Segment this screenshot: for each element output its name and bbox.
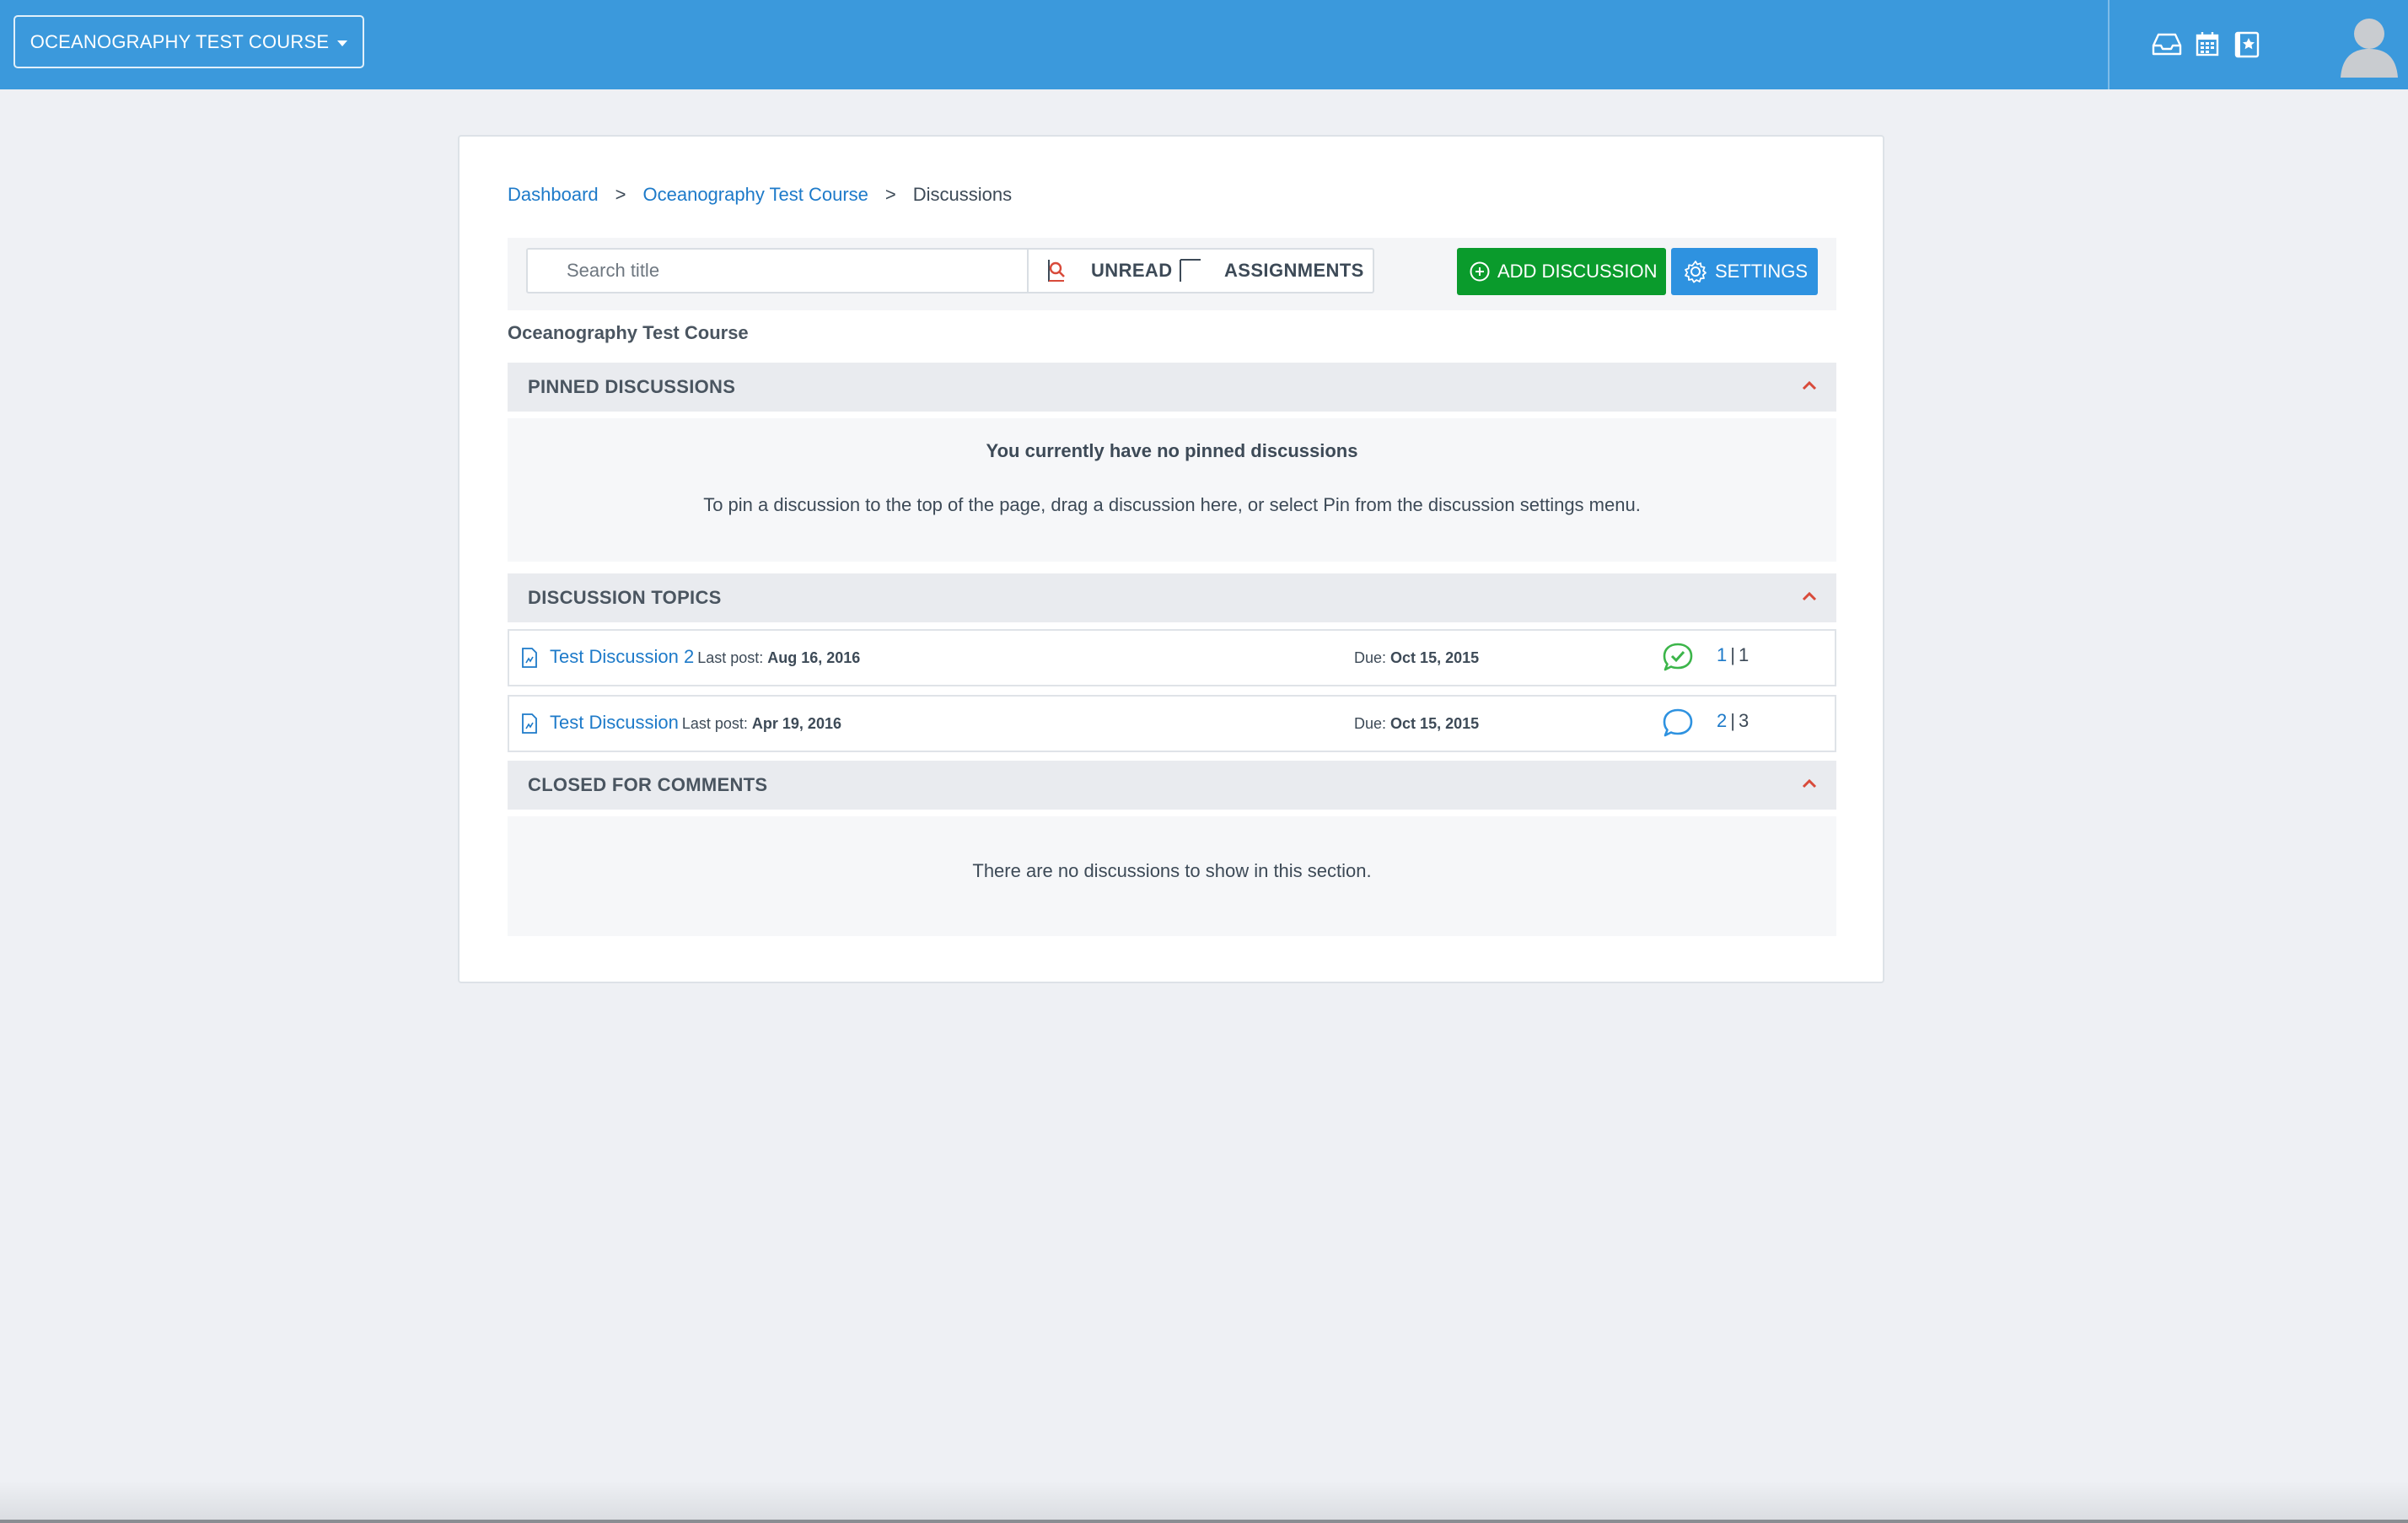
settings-label: SETTINGS bbox=[1715, 261, 1809, 282]
add-discussion-label: ADD DISCUSSION bbox=[1497, 261, 1658, 282]
topbar-divider bbox=[2108, 0, 2110, 89]
course-heading: Oceanography Test Course bbox=[508, 322, 749, 343]
discussion-title-link[interactable]: Test Discussion bbox=[550, 712, 679, 733]
pinned-empty-hint: To pin a discussion to the top of the pa… bbox=[703, 494, 1641, 515]
pinned-section-title: PINNED DISCUSSIONS bbox=[528, 376, 736, 397]
unread-filter-label[interactable]: UNREAD bbox=[1091, 260, 1173, 282]
comment-bubble-icon bbox=[1663, 708, 1693, 737]
breadcrumb: Dashboard > Oceanography Test Course > D… bbox=[508, 184, 1012, 206]
count-separator: | bbox=[1730, 644, 1735, 665]
assignments-checkbox[interactable] bbox=[1179, 258, 1202, 283]
pinned-discussions-header[interactable]: PINNED DISCUSSIONS bbox=[508, 363, 1836, 412]
breadcrumb-separator: > bbox=[615, 184, 626, 205]
breadcrumb-course-link[interactable]: Oceanography Test Course bbox=[643, 184, 868, 206]
due-label: Due: bbox=[1354, 649, 1387, 666]
breadcrumb-dashboard-link[interactable]: Dashboard bbox=[508, 184, 599, 206]
gear-icon bbox=[1685, 261, 1707, 283]
last-post-label: Last post: bbox=[697, 649, 764, 666]
pinned-empty-title: You currently have no pinned discussions bbox=[986, 440, 1358, 461]
closed-for-comments-header[interactable]: CLOSED FOR COMMENTS bbox=[508, 761, 1836, 810]
discussion-topics-header[interactable]: DISCUSSION TOPICS bbox=[508, 573, 1836, 622]
discussions-toolbar: UNREAD ASSIGNMENTS ADD DISCUSSION bbox=[508, 238, 1836, 310]
total-count: 1 bbox=[1738, 644, 1750, 665]
assignments-filter-label[interactable]: ASSIGNMENTS bbox=[1224, 260, 1364, 282]
settings-button[interactable]: SETTINGS bbox=[1671, 248, 1818, 295]
unread-count: 1 bbox=[1717, 644, 1728, 665]
search-title-input[interactable] bbox=[528, 250, 1029, 292]
closed-empty-state: There are no discussions to show in this… bbox=[508, 816, 1836, 936]
window-bottom-shadow bbox=[0, 1481, 2408, 1523]
plus-circle-icon bbox=[1470, 261, 1490, 282]
breadcrumb-current-page: Discussions bbox=[912, 184, 1013, 205]
document-icon bbox=[522, 648, 537, 668]
user-avatar[interactable] bbox=[2337, 12, 2401, 78]
breadcrumb-separator: > bbox=[884, 184, 896, 205]
pinned-empty-state: You currently have no pinned discussions… bbox=[508, 418, 1836, 562]
grades-icon[interactable] bbox=[2233, 30, 2264, 58]
due-label: Due: bbox=[1354, 715, 1387, 732]
discussion-row[interactable]: Test Discussion 2 Last post: Aug 16, 2016… bbox=[508, 629, 1836, 686]
discussions-card: Dashboard > Oceanography Test Course > D… bbox=[458, 135, 1884, 983]
calendar-icon[interactable] bbox=[2195, 30, 2225, 57]
top-navigation-bar: OCEANOGRAPHY TEST COURSE bbox=[0, 0, 2408, 89]
last-post-date: Aug 16, 2016 bbox=[767, 649, 861, 666]
count-separator: | bbox=[1730, 710, 1735, 731]
discussion-title-link[interactable]: Test Discussion 2 bbox=[550, 646, 694, 667]
closed-section-title: CLOSED FOR COMMENTS bbox=[528, 774, 768, 795]
last-post-date: Apr 19, 2016 bbox=[751, 715, 841, 732]
due-date: Oct 15, 2015 bbox=[1390, 649, 1480, 666]
inbox-icon[interactable] bbox=[2151, 30, 2182, 57]
chevron-down-icon bbox=[337, 40, 348, 46]
unread-count: 2 bbox=[1717, 710, 1728, 731]
closed-empty-text: There are no discussions to show in this… bbox=[972, 860, 1372, 881]
discussion-row[interactable]: Test Discussion Last post: Apr 19, 2016 D… bbox=[508, 695, 1836, 752]
window-bottom-edge bbox=[0, 1520, 2408, 1523]
due-date: Oct 15, 2015 bbox=[1390, 715, 1480, 732]
last-post-label: Last post: bbox=[681, 715, 748, 732]
search-filter-box: UNREAD ASSIGNMENTS bbox=[526, 248, 1374, 293]
course-menu-dropdown[interactable]: OCEANOGRAPHY TEST COURSE bbox=[13, 15, 364, 68]
unread-filter-icon[interactable] bbox=[1044, 258, 1069, 283]
chevron-up-icon bbox=[1802, 778, 1817, 788]
document-icon bbox=[522, 713, 537, 734]
chevron-up-icon bbox=[1802, 380, 1817, 390]
replied-check-icon bbox=[1663, 643, 1693, 671]
topics-section-title: DISCUSSION TOPICS bbox=[528, 587, 722, 608]
course-menu-label: OCEANOGRAPHY TEST COURSE bbox=[30, 30, 330, 52]
chevron-up-icon bbox=[1802, 591, 1817, 601]
total-count: 3 bbox=[1738, 710, 1750, 731]
add-discussion-button[interactable]: ADD DISCUSSION bbox=[1457, 248, 1666, 295]
